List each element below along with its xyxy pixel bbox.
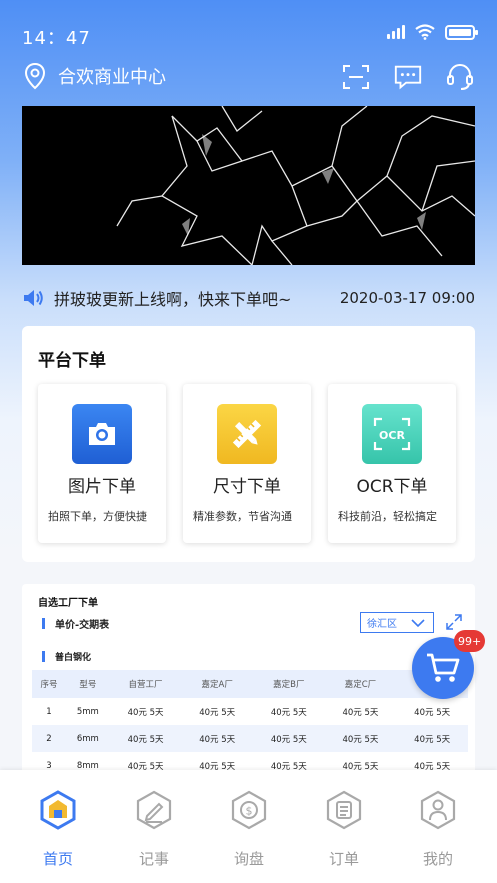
table-cell: 1 (46, 706, 52, 717)
table-cell: 40元 5天 (253, 725, 325, 752)
ocr-scan-icon: OCR (362, 404, 422, 464)
tab-orders[interactable]: 订单 (304, 788, 384, 869)
tab-label: 询盘 (233, 850, 264, 868)
size-order-button[interactable]: 尺寸下单 精准参数，节省沟通 (183, 384, 311, 543)
tab-inquiry[interactable]: $ 询盘 (209, 788, 289, 869)
size-order-label: 尺寸下单 (213, 477, 281, 497)
glass-category-heading: 普白钢化 (42, 650, 91, 663)
column-header: 嘉定C厂 (324, 670, 397, 698)
speaker-icon (24, 290, 43, 306)
ocr-order-desc: 科技前沿，轻松搞定 (338, 510, 437, 523)
table-cell: 5mm (76, 706, 99, 717)
location-pin-icon (24, 62, 46, 90)
status-time: 14：47 (22, 28, 91, 49)
tab-label: 我的 (422, 850, 453, 868)
camera-icon (72, 404, 132, 464)
customer-service-icon[interactable] (445, 62, 475, 92)
location-label: 合欢商业中心 (58, 67, 166, 88)
column-header: 嘉定A厂 (181, 670, 253, 698)
announcement-text: 拼玻玻更新上线啊，快来下单吧~ (54, 290, 292, 309)
factory-order-section: 自选工厂下单 单价-交期表 徐汇区 普白钢化 序号 型号 自营工厂 嘉定A厂 嘉… (22, 584, 475, 784)
table-row[interactable]: 1 5mm 40元 5天 40元 5天 40元 5天 40元 5天 40元 5天 (32, 698, 468, 725)
ruler-pencil-icon (217, 404, 277, 464)
table-header-row: 序号 型号 自营工厂 嘉定A厂 嘉定B厂 嘉定C厂 (32, 670, 468, 698)
table-cell: 40元 5天 (342, 707, 379, 718)
column-header: 序号 (32, 670, 66, 698)
column-header: 嘉定B厂 (253, 670, 325, 698)
district-select[interactable]: 徐汇区 (360, 612, 434, 633)
table-cell: 40元 5天 (109, 725, 182, 752)
table-cell: 40元 5天 (414, 707, 451, 718)
svg-text:OCR: OCR (379, 429, 405, 442)
section-marker (42, 618, 45, 629)
tab-profile[interactable]: 我的 (398, 788, 478, 869)
table-row[interactable]: 2 6mm 40元 5天 40元 5天 40元 5天 40元 5天 40元 5天 (32, 725, 468, 752)
home-icon (18, 788, 98, 832)
announcement-date: 2020-03-17 09:00 (339, 289, 475, 307)
price-table-heading: 单价-交期表 (42, 616, 109, 631)
svg-text:$: $ (246, 805, 253, 818)
factory-order-title: 自选工厂下单 (38, 598, 98, 609)
tab-notes[interactable]: 记事 (114, 788, 194, 869)
tab-label: 首页 (42, 850, 73, 868)
platform-order-title: 平台下单 (38, 351, 106, 371)
tab-label: 记事 (138, 850, 169, 868)
order-icon (304, 788, 384, 832)
price-table-title: 单价-交期表 (55, 620, 110, 631)
location-selector[interactable]: 合欢商业中心 (24, 62, 166, 90)
ocr-order-label: OCR下单 (356, 477, 428, 497)
status-bar: 14：47 (0, 0, 497, 56)
table-cell: 40元 5天 (396, 725, 468, 752)
table-cell: 40元 5天 (127, 707, 164, 718)
top-header: 合欢商业中心 (0, 56, 497, 102)
banner-image[interactable] (22, 106, 475, 265)
photo-order-button[interactable]: 图片下单 拍照下单，方便快捷 (38, 384, 166, 543)
notes-icon (114, 788, 194, 832)
inquiry-icon: $ (209, 788, 289, 832)
table-cell: 40元 5天 (199, 707, 236, 718)
status-icons (387, 24, 478, 40)
column-header: 自营工厂 (109, 670, 182, 698)
battery-icon (445, 24, 478, 40)
table-cell: 2 (32, 725, 66, 752)
scan-icon[interactable] (341, 62, 371, 92)
announcement-bar[interactable]: 拼玻玻更新上线啊，快来下单吧~ 2020-03-17 09:00 (22, 283, 475, 313)
section-marker (42, 651, 45, 662)
wifi-icon (415, 24, 435, 40)
table-cell: 6mm (65, 725, 110, 752)
tab-home[interactable]: 首页 (18, 788, 98, 869)
glass-category: 普白钢化 (55, 653, 92, 663)
size-order-desc: 精准参数，节省沟通 (193, 510, 292, 523)
ocr-order-button[interactable]: OCR OCR下单 科技前沿，轻松搞定 (328, 384, 456, 543)
message-icon[interactable] (393, 62, 423, 92)
column-header: 型号 (65, 670, 110, 698)
platform-order-card: 平台下单 图片下单 拍照下单，方便快捷 尺寸下单 精准参数，节省沟通 OCR O… (22, 326, 475, 562)
table-cell: 40元 5天 (324, 725, 397, 752)
cart-badge: 99+ (454, 630, 486, 652)
profile-icon (398, 788, 478, 832)
table-cell: 40元 5天 (181, 725, 253, 752)
district-value: 徐汇区 (367, 619, 397, 630)
bottom-tab-bar: 首页 记事 $ 询盘 订单 我的 (0, 770, 497, 883)
table-cell: 40元 5天 (270, 707, 307, 718)
price-table: 序号 型号 自营工厂 嘉定A厂 嘉定B厂 嘉定C厂 1 5mm 40元 5天 4… (32, 670, 468, 779)
signal-icon (387, 25, 405, 39)
broken-glass-graphic (116, 106, 475, 265)
photo-order-desc: 拍照下单，方便快捷 (48, 510, 147, 523)
cart-icon (427, 653, 460, 682)
chevron-down-icon (411, 619, 425, 628)
expand-icon[interactable] (444, 612, 464, 632)
photo-order-label: 图片下单 (68, 477, 136, 497)
tab-label: 订单 (328, 850, 359, 868)
